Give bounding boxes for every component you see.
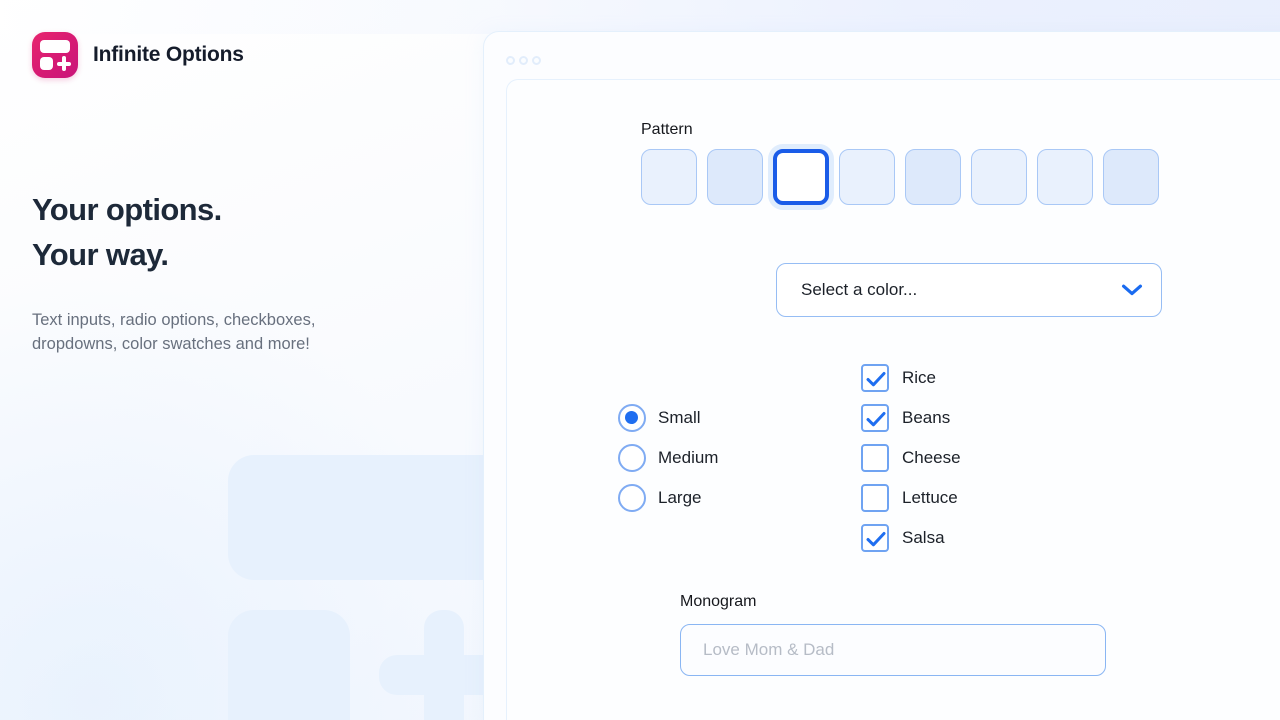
checkbox-rice-label: Rice	[902, 368, 937, 387]
pattern-swatch-1[interactable]	[641, 149, 697, 205]
check-icon	[866, 532, 886, 547]
radio-option-small[interactable]: Small	[618, 398, 718, 438]
color-select-value: Select a color...	[801, 280, 918, 299]
radio-medium-input[interactable]	[618, 444, 646, 472]
pattern-swatch-3-selected[interactable]	[773, 149, 829, 205]
checkbox-beans-input[interactable]	[861, 404, 889, 432]
options-form: Pattern Select a color... Small Medium L…	[0, 0, 1280, 720]
checkbox-cheese-label: Cheese	[902, 448, 961, 467]
checkbox-option-salsa[interactable]: Salsa	[861, 518, 961, 558]
checkbox-cheese-input[interactable]	[861, 444, 889, 472]
checkbox-salsa-input[interactable]	[861, 524, 889, 552]
pattern-swatch-5[interactable]	[905, 149, 961, 205]
size-radio-group: Small Medium Large	[618, 398, 718, 518]
checkbox-option-cheese[interactable]: Cheese	[861, 438, 961, 478]
toppings-checkbox-group: Rice Beans Cheese Lettuce Salsa	[861, 358, 961, 558]
radio-small-label: Small	[658, 408, 701, 427]
check-icon	[866, 372, 886, 387]
checkbox-option-beans[interactable]: Beans	[861, 398, 961, 438]
checkbox-lettuce-input[interactable]	[861, 484, 889, 512]
radio-option-medium[interactable]: Medium	[618, 438, 718, 478]
check-icon	[866, 412, 886, 427]
monogram-placeholder: Love Mom & Dad	[703, 640, 835, 659]
checkbox-lettuce-label: Lettuce	[902, 488, 958, 507]
pattern-swatch-group	[641, 149, 1159, 205]
radio-large-input[interactable]	[618, 484, 646, 512]
checkbox-rice-input[interactable]	[861, 364, 889, 392]
pattern-swatch-2[interactable]	[707, 149, 763, 205]
checkbox-option-rice[interactable]: Rice	[861, 358, 961, 398]
color-select[interactable]: Select a color...	[776, 263, 1162, 317]
checkbox-salsa-label: Salsa	[902, 528, 945, 547]
pattern-label: Pattern	[641, 121, 693, 138]
radio-small-input[interactable]	[618, 404, 646, 432]
checkbox-option-lettuce[interactable]: Lettuce	[861, 478, 961, 518]
radio-option-large[interactable]: Large	[618, 478, 718, 518]
pattern-swatch-7[interactable]	[1037, 149, 1093, 205]
monogram-input[interactable]: Love Mom & Dad	[680, 624, 1106, 676]
pattern-swatch-6[interactable]	[971, 149, 1027, 205]
monogram-label: Monogram	[680, 593, 757, 610]
radio-medium-label: Medium	[658, 448, 719, 467]
pattern-swatch-4[interactable]	[839, 149, 895, 205]
checkbox-beans-label: Beans	[902, 408, 951, 427]
radio-large-label: Large	[658, 488, 702, 507]
pattern-swatch-8[interactable]	[1103, 149, 1159, 205]
chevron-down-icon	[1122, 284, 1142, 296]
